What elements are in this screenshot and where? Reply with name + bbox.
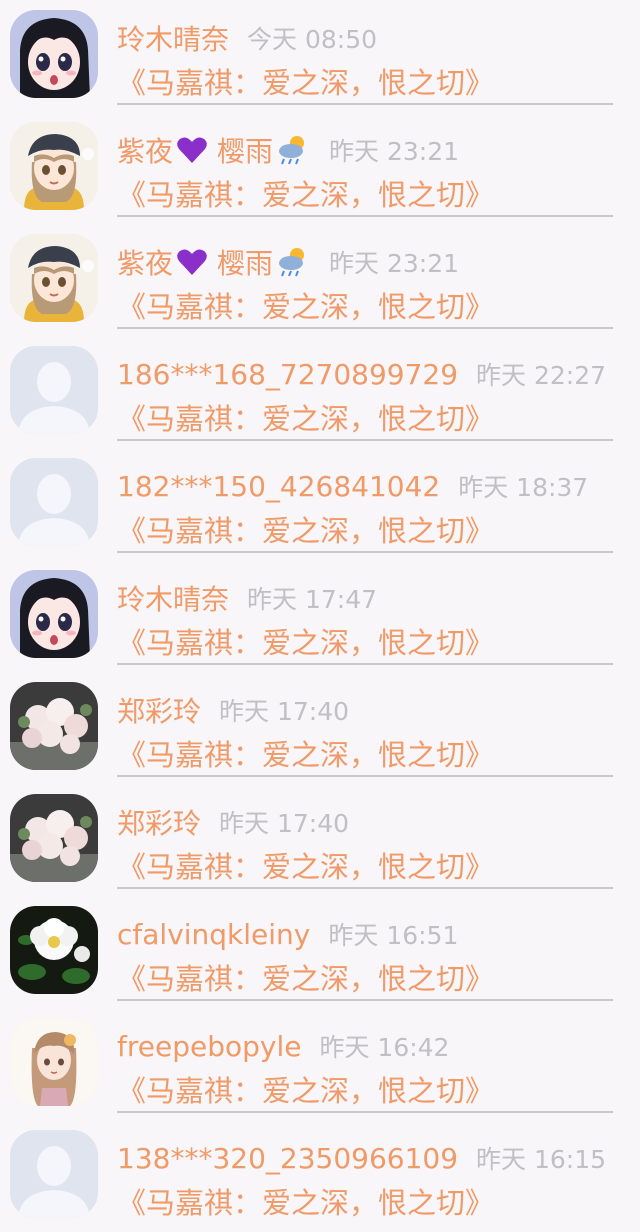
username-part[interactable]: 紫夜 bbox=[117, 130, 173, 170]
divider bbox=[117, 775, 613, 777]
timestamp: 今天 08:50 bbox=[247, 25, 378, 54]
comment-subject[interactable]: 《马嘉祺：爱之深，恨之切》 bbox=[117, 396, 494, 438]
sun-rain-cloud-icon bbox=[279, 248, 305, 277]
divider bbox=[117, 1111, 613, 1113]
comment-subject[interactable]: 《马嘉祺：爱之深，恨之切》 bbox=[117, 1180, 494, 1222]
sun-rain-cloud-icon bbox=[279, 136, 305, 165]
divider bbox=[117, 327, 613, 329]
timestamp: 昨天 17:40 bbox=[219, 697, 350, 726]
anime-girl-avatar[interactable] bbox=[10, 10, 98, 98]
anime-girl-beret-avatar[interactable] bbox=[10, 122, 98, 210]
illustrated-girl-avatar[interactable] bbox=[10, 1018, 98, 1106]
timestamp: 昨天 18:37 bbox=[458, 473, 589, 502]
timestamp: 昨天 16:42 bbox=[319, 1033, 450, 1062]
username-part[interactable]: 紫夜 bbox=[117, 242, 173, 282]
comment-subject[interactable]: 《马嘉祺：爱之深，恨之切》 bbox=[117, 172, 494, 214]
username-part[interactable]: 樱雨 bbox=[217, 242, 273, 282]
comment-subject[interactable]: 《马嘉祺：爱之深，恨之切》 bbox=[117, 508, 494, 550]
list-item[interactable]: 郑彩玲 昨天 17:40 《马嘉祺：爱之深，恨之切》 bbox=[0, 784, 640, 896]
list-item[interactable]: 玲木晴奈 昨天 17:47 《马嘉祺：爱之深，恨之切》 bbox=[0, 560, 640, 672]
username[interactable]: cfalvinqkleiny bbox=[117, 918, 310, 951]
divider bbox=[117, 215, 613, 217]
list-item[interactable]: 186***168_7270899729 昨天 22:27 《马嘉祺：爱之深，恨… bbox=[0, 336, 640, 448]
timestamp: 昨天 16:51 bbox=[328, 921, 459, 950]
comment-subject[interactable]: 《马嘉祺：爱之深，恨之切》 bbox=[117, 1068, 494, 1110]
comment-subject[interactable]: 《马嘉祺：爱之深，恨之切》 bbox=[117, 284, 494, 326]
comment-subject[interactable]: 《马嘉祺：爱之深，恨之切》 bbox=[117, 956, 494, 998]
comment-subject[interactable]: 《马嘉祺：爱之深，恨之切》 bbox=[117, 620, 494, 662]
default-user-avatar[interactable] bbox=[10, 1130, 98, 1218]
anime-girl-beret-avatar[interactable] bbox=[10, 234, 98, 322]
divider bbox=[117, 887, 613, 889]
anime-girl-avatar[interactable] bbox=[10, 570, 98, 658]
username[interactable]: 182***150_426841042 bbox=[117, 470, 440, 503]
comment-subject[interactable]: 《马嘉祺：爱之深，恨之切》 bbox=[117, 732, 494, 774]
timestamp: 昨天 17:47 bbox=[247, 585, 378, 614]
flower-bouquet-avatar[interactable] bbox=[10, 682, 98, 770]
divider bbox=[117, 551, 613, 553]
comment-subject[interactable]: 《马嘉祺：爱之深，恨之切》 bbox=[117, 844, 494, 886]
default-user-avatar[interactable] bbox=[10, 458, 98, 546]
username-part[interactable]: 樱雨 bbox=[217, 130, 273, 170]
username[interactable]: 玲木晴奈 bbox=[117, 578, 229, 618]
username[interactable]: 郑彩玲 bbox=[117, 690, 201, 730]
timestamp: 昨天 23:21 bbox=[329, 249, 460, 278]
flower-bouquet-avatar[interactable] bbox=[10, 794, 98, 882]
divider bbox=[117, 663, 613, 665]
list-item[interactable]: 138***320_2350966109 昨天 16:15 《马嘉祺：爱之深，恨… bbox=[0, 1120, 640, 1232]
divider bbox=[117, 439, 613, 441]
list-item[interactable]: 182***150_426841042 昨天 18:37 《马嘉祺：爱之深，恨之… bbox=[0, 448, 640, 560]
list-item[interactable]: 玲木晴奈 今天 08:50 《马嘉祺：爱之深，恨之切》 bbox=[0, 0, 640, 112]
comment-subject[interactable]: 《马嘉祺：爱之深，恨之切》 bbox=[117, 60, 494, 102]
username[interactable]: 138***320_2350966109 bbox=[117, 1142, 458, 1175]
list-item[interactable]: freepebopyle 昨天 16:42 《马嘉祺：爱之深，恨之切》 bbox=[0, 1008, 640, 1120]
comment-list: 玲木晴奈 今天 08:50 《马嘉祺：爱之深，恨之切》 紫夜 樱雨 昨天 23:… bbox=[0, 0, 640, 1225]
purple-heart-icon bbox=[177, 249, 207, 275]
purple-heart-icon bbox=[177, 137, 207, 163]
list-item[interactable]: 郑彩玲 昨天 17:40 《马嘉祺：爱之深，恨之切》 bbox=[0, 672, 640, 784]
list-item[interactable]: 紫夜 樱雨 昨天 23:21 《马嘉祺：爱之深，恨之切》 bbox=[0, 112, 640, 224]
white-peony-avatar[interactable] bbox=[10, 906, 98, 994]
default-user-avatar[interactable] bbox=[10, 346, 98, 434]
username[interactable]: 186***168_7270899729 bbox=[117, 358, 458, 391]
list-item[interactable]: cfalvinqkleiny 昨天 16:51 《马嘉祺：爱之深，恨之切》 bbox=[0, 896, 640, 1008]
timestamp: 昨天 17:40 bbox=[219, 809, 350, 838]
divider bbox=[117, 103, 613, 105]
timestamp: 昨天 22:27 bbox=[476, 361, 607, 390]
timestamp: 昨天 23:21 bbox=[329, 137, 460, 166]
timestamp: 昨天 16:15 bbox=[476, 1145, 607, 1174]
divider bbox=[117, 999, 613, 1001]
username[interactable]: 玲木晴奈 bbox=[117, 18, 229, 58]
username[interactable]: freepebopyle bbox=[117, 1030, 301, 1063]
username[interactable]: 郑彩玲 bbox=[117, 802, 201, 842]
list-item[interactable]: 紫夜 樱雨 昨天 23:21 《马嘉祺：爱之深，恨之切》 bbox=[0, 224, 640, 336]
